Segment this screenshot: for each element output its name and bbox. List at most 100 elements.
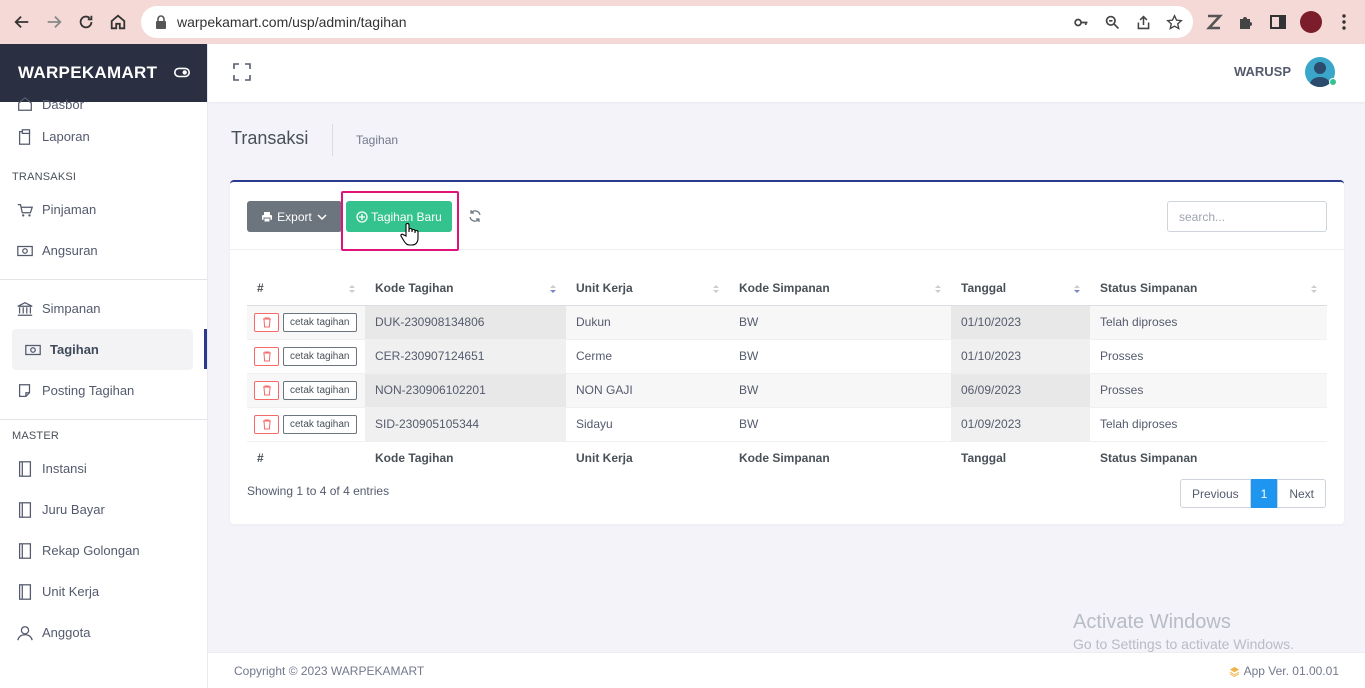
kode-tagihan-cell: DUK-230908134806 <box>365 305 566 340</box>
key-icon[interactable] <box>1073 14 1090 31</box>
column-header-label: Kode Tagihan <box>375 281 454 296</box>
copyright-text: Copyright © 2023 WARPEKAMART <box>234 664 425 678</box>
previous-page-button[interactable]: Previous <box>1179 479 1251 508</box>
theme-toggle[interactable] <box>173 63 191 84</box>
z-extension-icon[interactable] <box>1204 12 1224 32</box>
app-version: App Ver. 01.00.01 <box>1229 664 1339 678</box>
menu-section-title: TRANSAKSI <box>12 171 77 183</box>
cart-icon <box>17 203 34 217</box>
arrow-right-icon <box>47 15 62 29</box>
sidebar-item-simpanan[interactable]: Simpanan <box>0 288 207 329</box>
sidebar-item-tagihan[interactable]: Tagihan <box>12 329 193 370</box>
chevron-down-icon <box>317 213 327 220</box>
column-header-kode-simpanan[interactable]: Kode Simpanan <box>729 272 951 306</box>
next-page-button[interactable]: Next <box>1277 479 1326 508</box>
book-icon <box>18 501 32 518</box>
sidebar-item-pinjaman[interactable]: Pinjaman <box>0 189 207 230</box>
column-header-tanggal[interactable]: Tanggal <box>951 272 1090 306</box>
cetak-tagihan-button[interactable]: cetak tagihan <box>283 414 357 434</box>
app-version-label: App Ver. 01.00.01 <box>1243 664 1339 678</box>
toggle-icon <box>173 67 191 77</box>
reload-icon <box>79 15 93 29</box>
export-button[interactable]: Export <box>247 201 342 232</box>
sidebar-item-label: Juru Bayar <box>42 502 105 517</box>
reload-button[interactable] <box>70 6 102 38</box>
delete-button[interactable] <box>254 346 279 366</box>
column-header-number[interactable]: # <box>247 272 365 306</box>
star-icon[interactable] <box>1166 13 1183 31</box>
zoom-icon[interactable] <box>1104 14 1121 31</box>
tagihan-card: Export Tagihan Baru # Kode Tagihan Unit … <box>230 180 1344 524</box>
share-icon[interactable] <box>1135 14 1152 31</box>
column-header-label: Tanggal <box>961 281 1007 296</box>
status-cell: Telah diproses <box>1090 305 1327 340</box>
sidebar-item-rekap-golongan[interactable]: Rekap Golongan <box>0 530 207 571</box>
topbar: WARUSP <box>208 44 1365 102</box>
cetak-tagihan-button[interactable]: cetak tagihan <box>283 312 357 332</box>
page-1-button[interactable]: 1 <box>1250 479 1278 508</box>
sidebar-item-unit-kerja[interactable]: Unit Kerja <box>0 571 207 612</box>
sidebar-item-posting-tagihan[interactable]: Posting Tagihan <box>0 370 207 411</box>
online-status-dot <box>1329 78 1337 86</box>
delete-button[interactable] <box>254 312 279 332</box>
user-name[interactable]: WARUSP <box>1234 64 1291 79</box>
home-button[interactable] <box>102 6 134 38</box>
column-header-unit-kerja[interactable]: Unit Kerja <box>566 272 729 306</box>
sidebar-item-label: Instansi <box>42 461 87 476</box>
kode-simpanan-cell: BW <box>729 373 951 408</box>
column-header-label: Unit Kerja <box>576 281 633 296</box>
sidebar-menu: Dasbor Laporan TRANSAKSI Pinjaman Angsur… <box>0 92 207 653</box>
actions-cell: cetak tagihan <box>247 407 365 442</box>
search-input[interactable] <box>1167 201 1327 232</box>
column-header-status-simpanan[interactable]: Status Simpanan <box>1090 272 1327 306</box>
more-vert-icon[interactable] <box>1334 12 1354 32</box>
arrow-left-icon <box>14 15 29 29</box>
url-text: warpekamart.com/usp/admin/tagihan <box>177 14 407 30</box>
sidebar-item-juru-bayar[interactable]: Juru Bayar <box>0 489 207 530</box>
table-row: cetak tagihan DUK-230908134806 Dukun BW … <box>247 305 1327 340</box>
puzzle-icon[interactable] <box>1236 12 1256 32</box>
sidebar-item-instansi[interactable]: Instansi <box>0 448 207 489</box>
tagihan-table: # Kode Tagihan Unit Kerja Kode Simpanan … <box>247 272 1327 474</box>
page-title: Transaksi <box>231 128 309 148</box>
breadcrumb: Tagihan <box>356 133 399 147</box>
note-icon <box>18 383 31 397</box>
clipboard-icon <box>18 128 31 145</box>
column-footer-tanggal: Tanggal <box>951 440 1090 474</box>
kode-tagihan-cell: CER-230907124651 <box>365 339 566 374</box>
sidebar-item-label: Pinjaman <box>42 202 97 217</box>
unit-kerja-cell: Dukun <box>566 305 729 340</box>
fullscreen-icon[interactable] <box>232 62 252 82</box>
cetak-tagihan-button[interactable]: cetak tagihan <box>283 380 357 400</box>
unit-kerja-cell: Sidayu <box>566 407 729 442</box>
browser-profile-avatar[interactable] <box>1300 11 1322 33</box>
forward-button[interactable] <box>38 6 70 38</box>
sort-desc-icon <box>550 285 556 293</box>
column-header-label: # <box>257 281 264 296</box>
sidebar-item-angsuran[interactable]: Angsuran <box>0 230 207 271</box>
sidebar-item-label: Rekap Golongan <box>42 543 140 558</box>
column-header-kode-tagihan[interactable]: Kode Tagihan <box>365 272 566 306</box>
tanggal-cell: 06/09/2023 <box>951 373 1090 408</box>
table-info: Showing 1 to 4 of 4 entries <box>247 484 390 498</box>
delete-button[interactable] <box>254 414 279 434</box>
tanggal-cell: 01/10/2023 <box>951 339 1090 374</box>
unit-kerja-cell: Cerme <box>566 339 729 374</box>
title-divider <box>332 124 333 156</box>
delete-button[interactable] <box>254 380 279 400</box>
tanggal-cell: 01/09/2023 <box>951 407 1090 442</box>
sidepanel-icon[interactable] <box>1268 12 1288 32</box>
sidebar-item-dasbor[interactable]: Dasbor <box>0 92 207 116</box>
activate-windows-subtitle: Go to Settings to activate Windows. <box>1073 636 1294 652</box>
unit-kerja-cell: NON GAJI <box>566 373 729 408</box>
sidebar-item-laporan[interactable]: Laporan <box>0 116 207 157</box>
back-button[interactable] <box>6 6 38 38</box>
sidebar-item-label: Unit Kerja <box>42 584 100 599</box>
sidebar-item-anggota[interactable]: Anggota <box>0 612 207 653</box>
sidebar-item-label: Tagihan <box>50 342 99 357</box>
cetak-tagihan-button[interactable]: cetak tagihan <box>283 346 357 366</box>
table-row: cetak tagihan SID-230905105344 Sidayu BW… <box>247 407 1327 442</box>
column-footer-unit-kerja: Unit Kerja <box>566 440 729 474</box>
address-bar[interactable]: warpekamart.com/usp/admin/tagihan <box>141 6 1193 38</box>
refresh-icon[interactable] <box>468 209 482 223</box>
